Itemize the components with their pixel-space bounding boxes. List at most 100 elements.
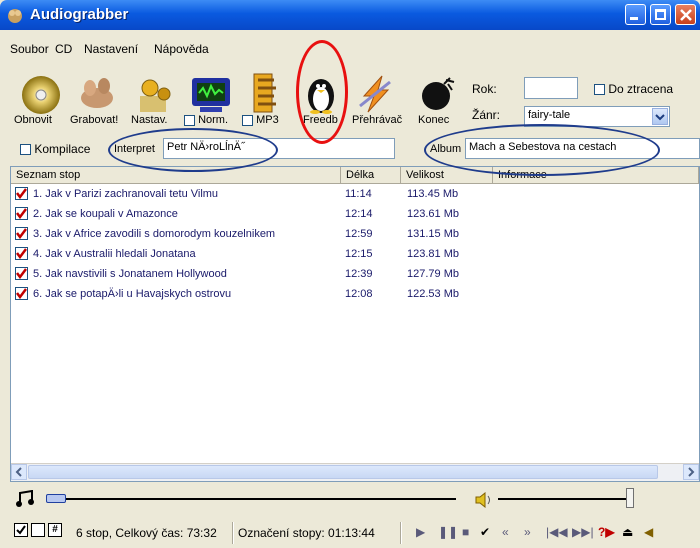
track-row[interactable]: 6. Jak se potapÄ›li u Havajskych ostrovu…	[11, 285, 699, 305]
status-selected-time: Označení stopy: 01:13:44	[238, 526, 375, 540]
header-length[interactable]: Délka	[341, 167, 401, 184]
menu-cd[interactable]: CD	[55, 42, 72, 56]
stop-icon[interactable]: ■	[462, 525, 469, 539]
menu-soubor[interactable]: Soubor	[10, 42, 49, 56]
minimize-button[interactable]	[625, 4, 646, 25]
fast-forward-icon[interactable]: »	[524, 525, 531, 539]
track-checkbox[interactable]	[15, 267, 28, 280]
track-size: 131.15 Mb	[407, 228, 459, 240]
lost-option[interactable]: Do ztracena	[594, 82, 673, 96]
scroll-thumb[interactable]	[28, 465, 658, 479]
track-row[interactable]: 3. Jak v Africe zavodili s domorodym kou…	[11, 225, 699, 245]
track-row[interactable]: 4. Jak v Australii hledali Jonatana 12:15…	[11, 245, 699, 265]
album-input[interactable]: Mach a Sebestova na cestach	[465, 138, 700, 159]
genre-label: Žánr:	[472, 108, 501, 122]
maximize-button[interactable]	[650, 4, 671, 25]
track-list: Seznam stop Délka Velikost Informace 1. …	[10, 166, 700, 482]
close-icon	[680, 9, 692, 21]
track-length: 12:39	[345, 268, 373, 280]
track-title: 4. Jak v Australii hledali Jonatana	[33, 248, 196, 260]
track-size: 123.81 Mb	[407, 248, 459, 260]
menu-napoveda[interactable]: Nápověda	[154, 42, 209, 56]
track-checkbox[interactable]	[15, 287, 28, 300]
mark-icon[interactable]: ✔	[480, 525, 490, 539]
lost-checkbox[interactable]	[594, 84, 605, 96]
norm-checkbox[interactable]	[184, 114, 195, 126]
monitor-icon[interactable]	[190, 76, 234, 114]
mp3-label: MP3	[256, 114, 279, 126]
checkmark-icon	[16, 208, 27, 220]
chevron-left-icon	[15, 467, 22, 477]
checkmark-icon	[16, 288, 27, 300]
invert-selection-button[interactable]: #	[48, 523, 62, 537]
play-icon[interactable]: ▶	[416, 525, 425, 539]
exit-label: Konec	[418, 114, 450, 126]
exit-bomb-icon[interactable]	[418, 76, 456, 114]
volume-slider-thumb[interactable]	[626, 488, 634, 508]
track-checkbox[interactable]	[15, 207, 28, 220]
track-size: 123.61 Mb	[407, 208, 459, 220]
minimize-icon	[630, 17, 638, 20]
track-checkbox[interactable]	[15, 227, 28, 240]
header-info[interactable]: Informace	[493, 167, 699, 184]
track-row[interactable]: 2. Jak se koupali v Amazonce 12:14 123.61 …	[11, 205, 699, 225]
checkmark-icon	[16, 188, 27, 200]
cd-refresh-icon[interactable]	[20, 74, 62, 116]
grab-label: Grabovat!	[70, 114, 119, 126]
speaker-icon[interactable]: ◀	[644, 525, 653, 539]
check-all-button[interactable]	[14, 523, 28, 537]
next-track-icon[interactable]: ▶▶|	[572, 525, 594, 539]
dropdown-button[interactable]	[652, 108, 668, 125]
volume-slider-track[interactable]	[498, 498, 628, 500]
track-title: 1. Jak v Parizi zachranovali tetu Vilmu	[33, 188, 219, 200]
scroll-right-button[interactable]	[683, 464, 699, 480]
chevron-down-icon	[655, 114, 665, 121]
header-tracks[interactable]: Seznam stop	[11, 167, 341, 184]
year-input[interactable]	[524, 77, 578, 99]
settings-label: Nastav.	[131, 114, 168, 126]
status-separator	[232, 522, 234, 544]
freedb-label: Freedb	[303, 114, 338, 126]
track-row[interactable]: 5. Jak navstivili s Jonatanem Hollywood 1…	[11, 265, 699, 285]
previous-track-icon[interactable]: |◀◀	[546, 525, 568, 539]
norm-option[interactable]: Norm.	[184, 114, 228, 126]
rewind-icon[interactable]: «	[502, 525, 509, 539]
player-label: Přehrávač	[352, 114, 403, 126]
position-slider-thumb[interactable]	[46, 494, 66, 503]
artist-label: Interpret	[114, 143, 155, 155]
freedb-penguin-icon[interactable]	[304, 74, 338, 114]
grab-hands-icon[interactable]	[76, 74, 118, 116]
checkmark-icon	[16, 228, 27, 240]
random-play-icon[interactable]: ?▶	[598, 525, 615, 539]
compilation-checkbox[interactable]	[20, 144, 31, 156]
app-icon	[8, 9, 22, 23]
close-button[interactable]	[675, 4, 696, 25]
track-checkbox[interactable]	[15, 247, 28, 260]
pause-icon[interactable]: ❚❚	[438, 525, 458, 539]
mp3-checkbox[interactable]	[242, 114, 253, 126]
uncheck-all-button[interactable]	[31, 523, 45, 537]
compilation-option[interactable]: Kompilace	[20, 142, 90, 156]
mp3-option[interactable]: MP3	[242, 114, 279, 126]
track-title: 6. Jak se potapÄ›li u Havajskych ostrovu	[33, 288, 232, 300]
track-checkbox[interactable]	[15, 187, 28, 200]
track-row[interactable]: 1. Jak v Parizi zachranovali tetu Vilmu 1…	[11, 185, 699, 205]
player-lightning-icon[interactable]	[356, 74, 396, 114]
mp3-compressor-icon[interactable]	[248, 72, 284, 114]
track-length: 12:15	[345, 248, 373, 260]
genre-select[interactable]: fairy-tale	[524, 106, 670, 127]
position-slider-track[interactable]	[66, 498, 456, 500]
settings-gears-icon[interactable]	[136, 76, 176, 114]
album-label: Album	[430, 143, 462, 155]
menu-nastaveni[interactable]: Nastavení	[84, 42, 138, 56]
track-length: 11:14	[345, 188, 372, 200]
header-size[interactable]: Velikost	[401, 167, 493, 184]
artist-input[interactable]: Petr NÄ›roLĺnÄ˝	[163, 138, 395, 159]
track-title: 2. Jak se koupali v Amazonce	[33, 208, 178, 220]
scroll-left-button[interactable]	[11, 464, 27, 480]
track-size: 122.53 Mb	[407, 288, 459, 300]
norm-label: Norm.	[198, 114, 229, 126]
year-label: Rok:	[472, 82, 497, 96]
eject-icon[interactable]: ⏏	[622, 525, 633, 539]
horizontal-scrollbar[interactable]	[11, 463, 699, 481]
